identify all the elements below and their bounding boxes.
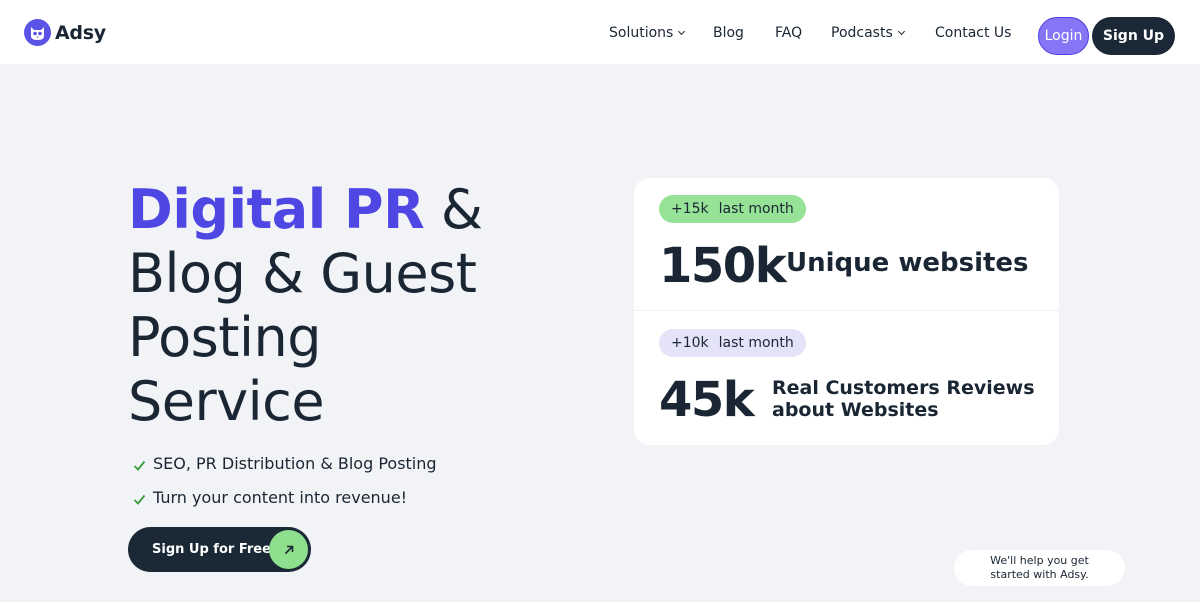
chat-widget-bubble[interactable]: We'll help you get started with Adsy. [954, 550, 1125, 586]
arrow-up-right-icon [269, 530, 308, 569]
growth-badge: +10k last month [659, 329, 806, 357]
growth-badge: +15k last month [659, 195, 806, 223]
checkmark-icon [133, 457, 146, 471]
feature-list: SEO, PR Distribution & Blog Posting Turn… [133, 452, 437, 520]
stats-card: +15k last month 150k Unique websites +10… [634, 178, 1059, 445]
stat-number: 150k [659, 238, 787, 294]
hero-title-line3: Posting [128, 306, 322, 369]
chat-line1: We'll help you get [990, 554, 1089, 567]
hero-title-highlight: Digital PR [128, 178, 425, 241]
stat-label: Unique websites [786, 248, 1029, 278]
nav-podcasts[interactable]: Podcasts [831, 25, 905, 41]
badge-text: last month [718, 201, 794, 217]
card-divider [634, 310, 1059, 311]
feature-item: Turn your content into revenue! [133, 486, 437, 508]
nav-contact-us[interactable]: Contact Us [935, 25, 1011, 41]
feature-text: Turn your content into revenue! [153, 487, 408, 507]
nav-solutions-label: Solutions [609, 25, 674, 41]
chat-line2: started with Adsy. [990, 568, 1089, 581]
hero-title: Digital PR & Blog & Guest Posting Servic… [128, 178, 483, 434]
nav-blog-label: Blog [713, 25, 744, 41]
chat-text: We'll help you get started with Adsy. [990, 554, 1089, 582]
nav-podcasts-label: Podcasts [831, 25, 893, 41]
nav-faq[interactable]: FAQ [775, 25, 802, 41]
main-nav: Solutions Blog FAQ Podcasts Contact Us [0, 25, 1200, 47]
stat-label-line1: Real Customers Reviews [772, 377, 1035, 399]
signup-free-label: Sign Up for Free [152, 542, 271, 557]
nav-faq-label: FAQ [775, 25, 803, 41]
chevron-down-icon [897, 27, 905, 36]
stat-label-line2: about Websites [772, 399, 939, 421]
checkmark-icon [133, 491, 146, 505]
site-header: Adsy Solutions Blog FAQ Podcasts Contact… [0, 0, 1200, 64]
badge-value: +10k [671, 335, 709, 351]
feature-text: SEO, PR Distribution & Blog Posting [153, 453, 437, 473]
hero-title-line1-rest: & [424, 178, 483, 241]
nav-blog[interactable]: Blog [713, 25, 744, 41]
hero-title-line2: Blog & Guest [128, 242, 477, 305]
chevron-down-icon [678, 27, 686, 36]
hero-title-line4: Service [128, 370, 325, 433]
signup-button[interactable]: Sign Up [1092, 17, 1175, 55]
signup-free-button[interactable]: Sign Up for Free [128, 527, 311, 572]
nav-solutions[interactable]: Solutions [609, 25, 686, 41]
login-button[interactable]: Login [1038, 17, 1089, 55]
stat-number: 45k [659, 372, 755, 428]
badge-text: last month [718, 335, 794, 351]
nav-contact-label: Contact Us [935, 25, 1012, 41]
stat-label: Real Customers Reviews about Websites [772, 377, 1035, 421]
badge-value: +15k [671, 201, 709, 217]
feature-item: SEO, PR Distribution & Blog Posting [133, 452, 437, 474]
